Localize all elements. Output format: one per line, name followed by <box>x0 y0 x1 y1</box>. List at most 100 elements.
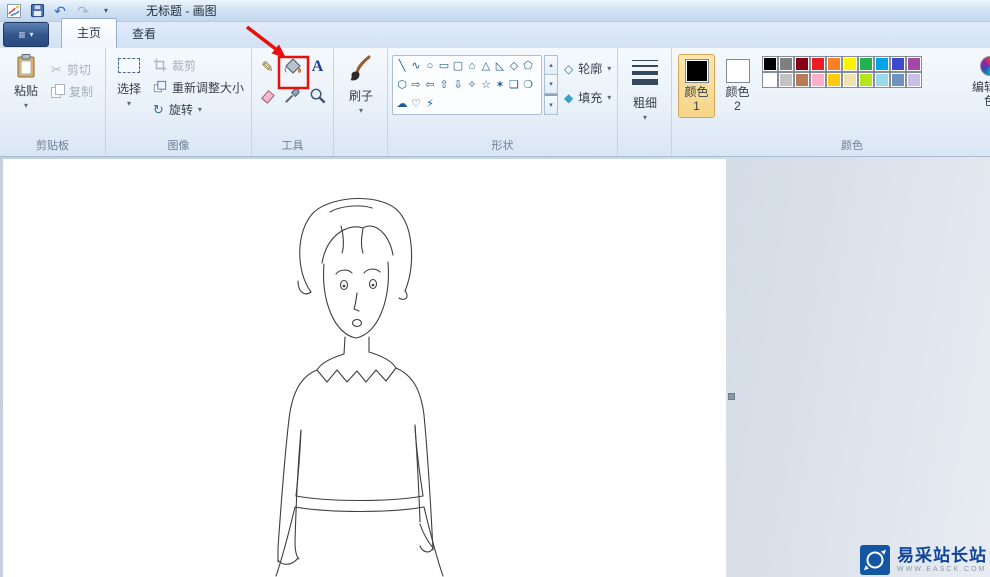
shapes-scroll-down-button[interactable]: ▾ <box>544 75 558 94</box>
save-button[interactable] <box>28 2 46 20</box>
fill-with-color-tool-button[interactable] <box>280 53 305 81</box>
palette-swatch-880015[interactable] <box>794 56 810 72</box>
brushes-label: 刷子 <box>348 89 373 103</box>
palette-swatch-3f48cc[interactable] <box>890 56 906 72</box>
tab-home[interactable]: 主页 <box>61 18 118 48</box>
pencil-tool-button[interactable]: ✎ <box>255 53 280 81</box>
tab-view[interactable]: 查看 <box>117 20 171 48</box>
rotate-button[interactable]: ↻ 旋转 ▾ <box>150 98 247 120</box>
shape-down-arrow[interactable]: ⇩ <box>451 76 465 95</box>
brushes-group: 刷子 ▾ <box>334 48 388 156</box>
crop-button[interactable]: 裁剪 <box>150 54 247 76</box>
shapes-group: ╲ ∿ ○ ▭ ▢ ⌂ △ ◺ ◇ ⬠ ⬡ ⇨ ⇦ ⇧ ⇩ ✧ ☆ ✶ ❏ ❍ ☁ ♡ ⚡ ▴ ▾ ▾ ◇ 轮廓 ▾ ◆ 填… <box>388 48 618 156</box>
caret-down-icon: ▾ <box>549 81 553 88</box>
shape-cloud-callout[interactable]: ☁ <box>395 95 409 114</box>
eraser-tool-button[interactable] <box>255 81 280 109</box>
palette-swatch-c3c3c3[interactable] <box>778 72 794 88</box>
color-picker-tool-button[interactable] <box>280 81 305 109</box>
paste-button[interactable]: 粘贴 ▾ <box>6 53 46 110</box>
palette-swatch-ffc90e[interactable] <box>826 72 842 88</box>
undo-button[interactable]: ↶ <box>51 2 69 20</box>
shape-rounded-rectangle[interactable]: ▢ <box>451 57 465 76</box>
shape-curve[interactable]: ∿ <box>409 57 423 76</box>
shape-right-arrow[interactable]: ⇨ <box>409 76 423 95</box>
shape-diamond[interactable]: ◇ <box>507 57 521 76</box>
shape-pentagon[interactable]: ⬠ <box>521 57 535 76</box>
canvas-resize-handle[interactable] <box>728 393 735 400</box>
shape-line[interactable]: ╲ <box>395 57 409 76</box>
palette-swatch-ffffff[interactable] <box>762 72 778 88</box>
resize-button[interactable]: 重新调整大小 <box>150 76 247 98</box>
eraser-icon <box>261 89 275 104</box>
paint-menu-button[interactable]: ≡ ▾ <box>3 22 49 47</box>
shape-fill-button[interactable]: ◆ 填充 ▾ <box>564 89 611 106</box>
watermark-logo-icon <box>860 545 890 575</box>
color2-swatch <box>725 59 750 83</box>
chevron-down-icon: ▾ <box>358 106 363 115</box>
color2-button[interactable]: 颜色 2 <box>719 54 756 118</box>
edit-colors-button[interactable]: 编辑颜色 <box>968 56 990 122</box>
redo-button[interactable]: ↷ <box>74 2 92 20</box>
shape-polygon[interactable]: ⌂ <box>465 57 479 76</box>
shape-oval[interactable]: ○ <box>423 57 437 76</box>
palette-swatch-7f7f7f[interactable] <box>778 56 794 72</box>
shape-lightning[interactable]: ⚡ <box>423 95 437 114</box>
magnifier-tool-button[interactable] <box>305 81 330 109</box>
brushes-button[interactable]: 刷子 ▾ <box>341 54 381 115</box>
shape-heart[interactable]: ♡ <box>409 95 423 114</box>
chevron-down-icon: ▾ <box>607 93 612 102</box>
palette-swatch-ffaec9[interactable] <box>810 72 826 88</box>
shapes-scroll-up-button[interactable]: ▴ <box>544 55 558 75</box>
shape-left-arrow[interactable]: ⇦ <box>423 76 437 95</box>
color1-button[interactable]: 颜色 1 <box>678 54 715 118</box>
palette-swatch-ff7f27[interactable] <box>826 56 842 72</box>
resize-icon <box>153 80 167 93</box>
magnifier-icon <box>310 88 326 103</box>
rotate-label: 旋转 <box>168 102 193 117</box>
palette-swatch-fff200[interactable] <box>842 56 858 72</box>
palette-swatch-000000[interactable] <box>762 56 778 72</box>
shapes-gallery-expand-button[interactable]: ▾ <box>544 94 558 115</box>
palette-swatch-a349a4[interactable] <box>906 56 922 72</box>
fill-icon: ◆ <box>564 90 574 105</box>
shape-five-point-star[interactable]: ☆ <box>479 76 493 95</box>
brush-icon <box>350 55 371 81</box>
select-icon <box>118 58 140 73</box>
text-tool-button[interactable]: A <box>305 53 330 81</box>
palette-swatch-7092be[interactable] <box>890 72 906 88</box>
cut-button[interactable]: ✂ 剪切 <box>48 58 96 80</box>
eyedropper-icon <box>285 88 300 103</box>
palette-swatch-b97a57[interactable] <box>794 72 810 88</box>
copy-label: 复制 <box>69 84 94 99</box>
resize-label: 重新调整大小 <box>172 80 245 95</box>
app-icon <box>5 2 23 20</box>
shape-six-point-star[interactable]: ✶ <box>493 76 507 95</box>
palette-swatch-b5e61d[interactable] <box>858 72 874 88</box>
shape-hexagon[interactable]: ⬡ <box>395 76 409 95</box>
edit-colors-label: 编辑颜色 <box>971 80 990 108</box>
shapes-group-label: 形状 <box>491 140 514 152</box>
palette-swatch-00a2e8[interactable] <box>874 56 890 72</box>
select-button[interactable]: 选择 ▾ <box>112 53 146 108</box>
shape-right-triangle[interactable]: ◺ <box>493 57 507 76</box>
size-group: 粗细 ▾ <box>618 48 672 156</box>
window-title: 无标题 - 画图 <box>146 4 217 18</box>
shape-rectangle[interactable]: ▭ <box>437 57 451 76</box>
shape-triangle[interactable]: △ <box>479 57 493 76</box>
shape-rounded-callout[interactable]: ❏ <box>507 76 521 95</box>
shape-four-point-star[interactable]: ✧ <box>465 76 479 95</box>
pencil-icon: ✎ <box>261 59 274 76</box>
palette-swatch-efe4b0[interactable] <box>842 72 858 88</box>
palette-swatch-ed1c24[interactable] <box>810 56 826 72</box>
customize-quick-access-button[interactable]: ▾ <box>97 2 115 20</box>
drawing-canvas[interactable] <box>3 159 726 577</box>
palette-swatch-c8bfe7[interactable] <box>906 72 922 88</box>
size-button[interactable]: 粗细 ▾ <box>625 56 665 122</box>
palette-swatch-99d9ea[interactable] <box>874 72 890 88</box>
palette-swatch-22b14c[interactable] <box>858 56 874 72</box>
shape-outline-button[interactable]: ◇ 轮廓 ▾ <box>564 60 611 77</box>
copy-button[interactable]: 复制 <box>48 80 96 102</box>
shape-up-arrow[interactable]: ⇧ <box>437 76 451 95</box>
undo-icon: ↶ <box>54 2 66 19</box>
shape-oval-callout[interactable]: ❍ <box>521 76 535 95</box>
